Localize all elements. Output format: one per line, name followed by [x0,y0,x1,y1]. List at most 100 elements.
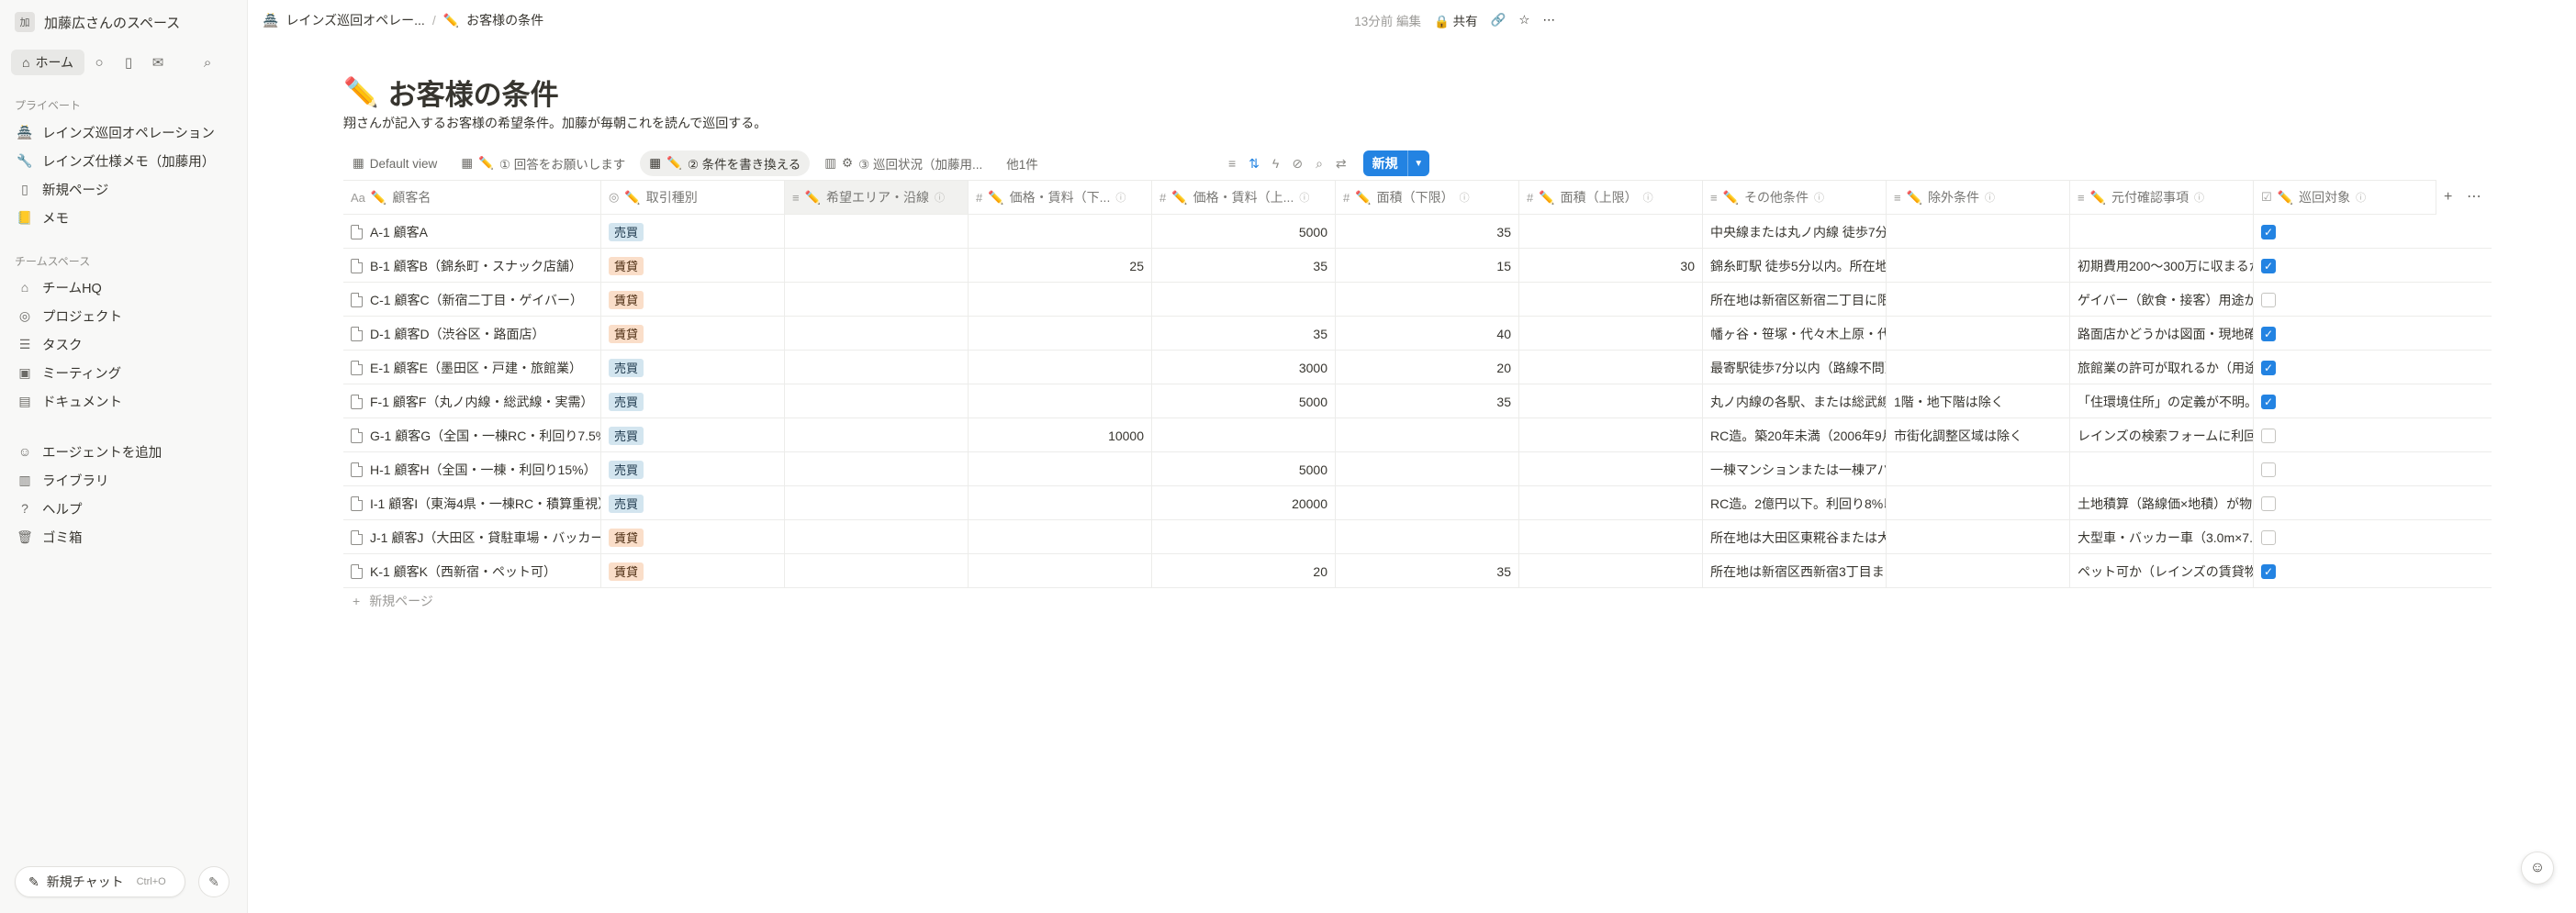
column-header-price-max[interactable]: # ✏️ 価格・賃料（上... ⓘ [1151,180,1335,215]
info-icon[interactable]: ⓘ [1115,190,1126,205]
table-row[interactable]: G-1 顧客G（全国・一棟RC・利回り7.5%） 売買 10000 RC造。築20年未… [343,418,2492,452]
cell-patrol[interactable] [2253,520,2436,554]
cell-price-min[interactable] [968,486,1151,520]
cell-price-max[interactable] [1151,418,1335,452]
page-title[interactable]: ✏️ お客様の条件 [343,72,559,113]
chevron-down-icon[interactable]: ▼ [1406,150,1429,176]
cell-area[interactable] [784,520,968,554]
cell-type[interactable]: 売買 [600,351,784,384]
sidebar-item-meetings[interactable]: ▣ ミーティング [11,360,237,385]
table-row[interactable]: I-1 顧客I（東海4県・一棟RC・積算重視） 売買 20000 RC造。2億円以下。… [343,486,2492,520]
share-button[interactable]: 🔒 共有 [1434,11,1478,29]
cell-area-min[interactable]: 35 [1335,384,1518,418]
cell-type[interactable]: 売買 [600,215,784,249]
cell-exclude[interactable] [1886,283,2069,317]
cell-price-max[interactable]: 20 [1151,554,1335,588]
cell-confirm[interactable]: 大型車・バッカー車（3.0m×7. [2069,520,2253,554]
cell-price-min[interactable] [968,317,1151,351]
link-icon[interactable]: 🔗 [1491,13,1506,28]
cell-confirm[interactable]: ゲイバー（飲食・接客）用途か [2069,283,2253,317]
sidebar-item-memo[interactable]: 📒 メモ [11,205,237,230]
home-button[interactable]: ⌂ ホーム [11,50,85,75]
sidebar-item-add-agent[interactable]: ☺ エージェントを追加 [11,439,237,464]
cell-area[interactable] [784,351,968,384]
sidebar-item-projects[interactable]: ◎ プロジェクト [11,303,237,328]
table-row[interactable]: K-1 顧客K（西新宿・ペット可） 賃貸 20 35 所在地は新宿区西新宿3丁目ま ペット… [343,554,2492,588]
column-header-patrol[interactable]: ☑ ✏️ 巡回対象 ⓘ [2253,180,2436,215]
cell-price-max[interactable]: 35 [1151,249,1335,283]
page-description[interactable]: 翔さんが記入するお客様の希望条件。加藤が毎朝これを読んで巡回する。 [343,114,767,132]
cell-type[interactable]: 売買 [600,452,784,486]
cell-other[interactable]: 所在地は大田区東糀谷または大 [1702,520,1886,554]
cell-area-min[interactable] [1335,418,1518,452]
patrol-checkbox[interactable]: ✓ [2261,224,2276,239]
cell-name[interactable]: D-1 顧客D（渋谷区・路面店） [343,317,600,351]
cell-exclude[interactable]: 市街化調整区域は除く [1886,418,2069,452]
cell-name[interactable]: K-1 顧客K（西新宿・ペット可） [343,554,600,588]
cell-area-max[interactable] [1518,486,1702,520]
patrol-checkbox[interactable]: ✓ [2261,394,2276,409]
patrol-checkbox[interactable] [2261,428,2276,443]
cell-area[interactable] [784,283,968,317]
breadcrumb-current[interactable]: お客様の条件 [466,11,543,29]
cell-confirm[interactable]: 初期費用200〜300万に収まるか [2069,249,2253,283]
cell-area-min[interactable]: 20 [1335,351,1518,384]
patrol-checkbox[interactable] [2261,529,2276,545]
cell-exclude[interactable] [1886,520,2069,554]
cell-patrol[interactable]: ✓ [2253,249,2436,283]
cell-name[interactable]: B-1 顧客B（錦糸町・スナック店舗） [343,249,600,283]
cell-price-max[interactable]: 5000 [1151,384,1335,418]
add-row-button[interactable]: + 新規ページ [353,592,433,610]
cell-confirm[interactable]: 路面店かどうかは図面・現地確 [2069,317,2253,351]
cell-area-max[interactable] [1518,452,1702,486]
cell-area-min[interactable] [1335,486,1518,520]
cell-area-max[interactable] [1518,418,1702,452]
cell-area[interactable] [784,418,968,452]
cell-name[interactable]: I-1 顧客I（東海4県・一棟RC・積算重視） [343,486,600,520]
search-icon[interactable]: ⌕ [193,50,222,75]
cell-exclude[interactable] [1886,351,2069,384]
cell-area[interactable] [784,317,968,351]
tab-patrol-status[interactable]: ▥ ⚙ ③ 巡回状況（加藤用... [815,150,991,176]
info-icon[interactable]: ⓘ [1299,190,1309,205]
cell-other[interactable]: 所在地は新宿区新宿二丁目に限 [1702,283,1886,317]
cell-confirm[interactable]: 「住環境住所」の定義が不明。 [2069,384,2253,418]
info-icon[interactable]: ⓘ [1460,190,1470,205]
cell-area[interactable] [784,215,968,249]
info-icon[interactable]: ⓘ [1643,190,1653,205]
new-chat-button[interactable]: ✎ 新規チャット Ctrl+O [15,866,185,897]
cell-area-min[interactable]: 35 [1335,215,1518,249]
cell-exclude[interactable] [1886,486,2069,520]
cell-price-min[interactable] [968,351,1151,384]
workspace-switcher[interactable]: 加 加藤広さんのスペース [15,9,180,35]
cell-price-max[interactable]: 5000 [1151,215,1335,249]
cell-name[interactable]: H-1 顧客H（全国・一棟・利回り15%） [343,452,600,486]
mail-icon[interactable]: ✉ [143,50,173,75]
table-row[interactable]: B-1 顧客B（錦糸町・スナック店舗） 賃貸 25 35 15 30 錦糸町駅 徒歩5分以内… [343,249,2492,283]
table-row[interactable]: A-1 顧客A 売買 5000 35 中央線または丸ノ内線 徒歩7分 ✓ [343,215,2492,249]
patrol-checkbox[interactable] [2261,292,2276,307]
table-row[interactable]: E-1 顧客E（墨田区・戸建・旅館業） 売買 3000 20 最寄駅徒歩7分以内（路線不… [343,351,2492,384]
sidebar-item-reins-memo[interactable]: 🔧 レインズ仕様メモ（加藤用） [11,148,237,173]
info-icon[interactable]: ⓘ [1814,190,1824,205]
cell-area-max[interactable] [1518,384,1702,418]
cell-patrol[interactable] [2253,418,2436,452]
more-icon[interactable]: ⋯ [2467,187,2481,206]
cell-patrol[interactable]: ✓ [2253,215,2436,249]
cell-type[interactable]: 賃貸 [600,554,784,588]
sidebar-item-trash[interactable]: 🗑 ゴミ箱 [11,524,237,550]
cell-area-min[interactable]: 15 [1335,249,1518,283]
more-views-button[interactable]: 他1件 [997,150,1047,176]
cell-price-min[interactable] [968,283,1151,317]
sidebar-item-library[interactable]: ▥ ライブラリ [11,467,237,493]
cell-exclude[interactable] [1886,215,2069,249]
cell-other[interactable]: 一棟マンションまたは一棟アパ [1702,452,1886,486]
cell-area[interactable] [784,452,968,486]
cell-name[interactable]: F-1 顧客F（丸ノ内線・総武線・実需） [343,384,600,418]
cell-area[interactable] [784,384,968,418]
cell-exclude[interactable] [1886,317,2069,351]
cell-price-max[interactable]: 35 [1151,317,1335,351]
cell-area-min[interactable]: 40 [1335,317,1518,351]
cell-area[interactable] [784,554,968,588]
column-header-type[interactable]: ◎ ✏️ 取引種別 [600,180,784,215]
